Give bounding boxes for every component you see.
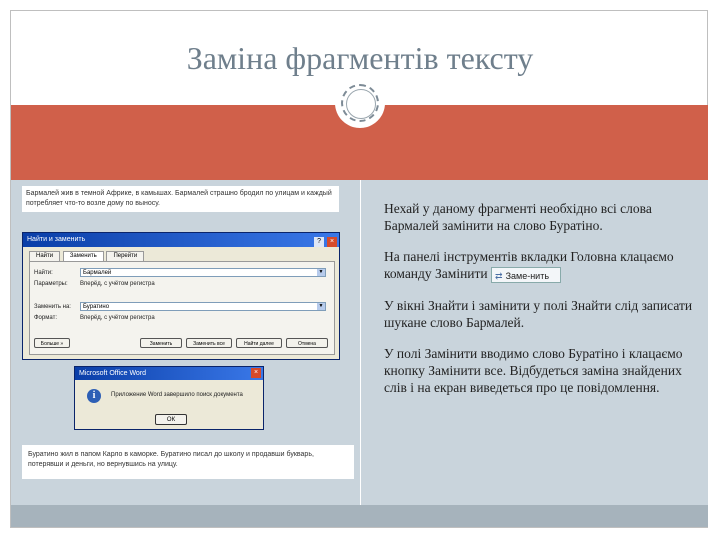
ok-button[interactable]: ОК <box>155 414 187 425</box>
replace-button[interactable]: Заменить <box>140 338 182 348</box>
help-button[interactable]: ? <box>314 237 325 247</box>
instruction-paragraph: У полі Замінити вводимо слово Буратіно і… <box>384 345 683 395</box>
close-icon[interactable]: × <box>251 368 261 378</box>
dropdown-icon[interactable]: ▼ <box>317 269 325 276</box>
instruction-paragraph: Нехай у даному фрагменті необхідно всі с… <box>384 201 652 233</box>
replace-command-label: Заме-нить <box>505 270 550 281</box>
message-box: Microsoft Office Word × i Приложение Wor… <box>74 366 264 430</box>
more-button[interactable]: Больше » <box>34 338 70 348</box>
find-options-label: Параметры: <box>34 281 68 287</box>
replace-all-button[interactable]: Заменить все <box>186 338 232 348</box>
footer-band <box>11 505 708 527</box>
find-options-value: Вперёд, с учётом регистра <box>80 281 155 287</box>
dialog-panel: Найти: Бармалей ▼ Параметры: Вперёд, с у… <box>29 261 335 355</box>
text-snippet-before: Бармалей жив в темной Африке, в камышах.… <box>22 186 339 212</box>
find-label: Найти: <box>34 270 53 276</box>
replace-label: Заменить на: <box>34 304 71 310</box>
column-divider <box>360 180 361 505</box>
dropdown-icon[interactable]: ▼ <box>317 303 325 310</box>
close-icon[interactable]: × <box>327 237 337 247</box>
replace-value: Буратино <box>83 304 110 310</box>
message-title: Microsoft Office Word <box>79 370 147 377</box>
replace-options-value: Вперёд, с учётом регистра <box>80 315 155 321</box>
dialog-tabs: Найти Заменить Перейти <box>29 251 333 261</box>
replace-input[interactable]: Буратино ▼ <box>80 302 326 311</box>
replace-icon: ⇄ <box>495 270 503 281</box>
replace-options-label: Формат: <box>34 315 57 321</box>
tab-replace[interactable]: Заменить <box>62 251 104 261</box>
slide-title: Заміна фрагментів тексту <box>186 40 534 76</box>
message-text: Приложение Word завершило поиск документ… <box>111 392 243 398</box>
find-replace-dialog: Найти и заменить ? × Найти Заменить Пере… <box>22 232 340 360</box>
decorative-ring-inner <box>346 89 376 119</box>
dialog-titlebar: Найти и заменить ? × <box>23 233 339 247</box>
find-next-button[interactable]: Найти далее <box>236 338 282 348</box>
find-value: Бармалей <box>83 270 112 276</box>
replace-command-button[interactable]: ⇄ Заме-нить <box>491 266 562 283</box>
tab-goto[interactable]: Перейти <box>106 251 145 261</box>
message-titlebar: Microsoft Office Word × <box>75 367 263 380</box>
instruction-paragraph-2: На панелі інструментів вкладки Головна к… <box>384 248 694 283</box>
text-snippet-after: Буратино жил в папом Карло в каморке. Бу… <box>22 445 354 479</box>
instructions-panel: Нехай у даному фрагменті необхідно всі с… <box>384 200 694 410</box>
instruction-paragraph: У вікні Знайти і замінити у полі Знайти … <box>384 297 693 330</box>
find-input[interactable]: Бармалей ▼ <box>80 268 326 277</box>
dialog-title: Найти и заменить <box>27 236 86 243</box>
tab-find[interactable]: Найти <box>29 251 61 261</box>
cancel-button[interactable]: Отмена <box>286 338 328 348</box>
info-icon: i <box>87 389 101 403</box>
